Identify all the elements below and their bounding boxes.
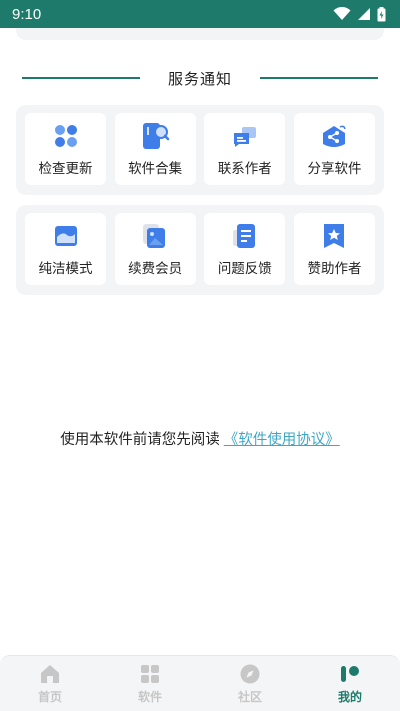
section-header: 服务通知 (22, 64, 378, 92)
nav-label: 社区 (237, 689, 262, 704)
nav-home[interactable]: 首页 (10, 663, 90, 705)
section-title: 服务通知 (167, 69, 232, 88)
compass-icon (240, 664, 260, 683)
profile-icon (341, 665, 359, 682)
tile-label: 续费会员 (128, 261, 183, 277)
phone-search-icon (143, 123, 170, 149)
section-divider-left (22, 77, 140, 79)
share-software-button[interactable]: 分享软件 (293, 113, 375, 185)
home-icon (41, 664, 59, 683)
tile-label: 软件合集 (128, 161, 183, 177)
agreement-notice: 使用本软件前请您先阅读 《软件使用协议》 (0, 428, 400, 449)
top-card (16, 28, 384, 40)
feedback-button[interactable]: 问题反馈 (204, 213, 286, 285)
agreement-text: 使用本软件前请您先阅读 (60, 432, 220, 448)
nav-community[interactable]: 社区 (210, 663, 290, 705)
photo-icon (143, 224, 166, 248)
service-grid-row-1: 检查更新 软件合集 联系作者 分享软件 (16, 105, 384, 195)
pure-mode-button[interactable]: 纯洁模式 (25, 213, 106, 285)
service-grid-row-2: 纯洁模式 续费会员 问题反馈 赞助作者 (16, 205, 384, 295)
tile-label: 联系作者 (217, 161, 272, 177)
tile-label: 检查更新 (38, 161, 93, 177)
battery-icon (377, 6, 386, 21)
check-update-button[interactable]: 检查更新 (25, 113, 106, 185)
signal-icon (358, 8, 370, 20)
nav-software[interactable]: 软件 (110, 663, 190, 705)
nav-label: 我的 (337, 689, 362, 704)
renew-membership-button[interactable]: 续费会员 (114, 213, 196, 285)
share-icon (323, 125, 347, 147)
tile-label: 纯洁模式 (38, 261, 93, 277)
wifi-icon (333, 7, 351, 20)
tile-label: 分享软件 (307, 161, 362, 177)
software-collection-button[interactable]: 软件合集 (114, 113, 196, 185)
chat-icon (233, 127, 256, 147)
contact-author-button[interactable]: 联系作者 (204, 113, 286, 185)
status-time: 9:10 (12, 5, 42, 23)
nav-mine[interactable]: 我的 (310, 663, 390, 705)
bottom-nav: 首页 软件 社区 我的 (0, 655, 400, 711)
status-icons (333, 6, 386, 22)
tile-label: 赞助作者 (307, 261, 362, 277)
nav-label: 软件 (137, 689, 162, 704)
sponsor-author-button[interactable]: 赞助作者 (293, 213, 375, 285)
apps-icon (54, 125, 77, 147)
status-bar: 9:10 (0, 0, 400, 28)
star-badge-icon (324, 224, 345, 248)
section-divider-right (259, 77, 378, 79)
nav-label: 首页 (37, 689, 62, 704)
window-icon (54, 226, 77, 246)
tile-label: 问题反馈 (217, 261, 272, 277)
grid-icon (141, 664, 159, 683)
document-icon (232, 224, 255, 248)
agreement-link[interactable]: 《软件使用协议》 (224, 432, 340, 448)
